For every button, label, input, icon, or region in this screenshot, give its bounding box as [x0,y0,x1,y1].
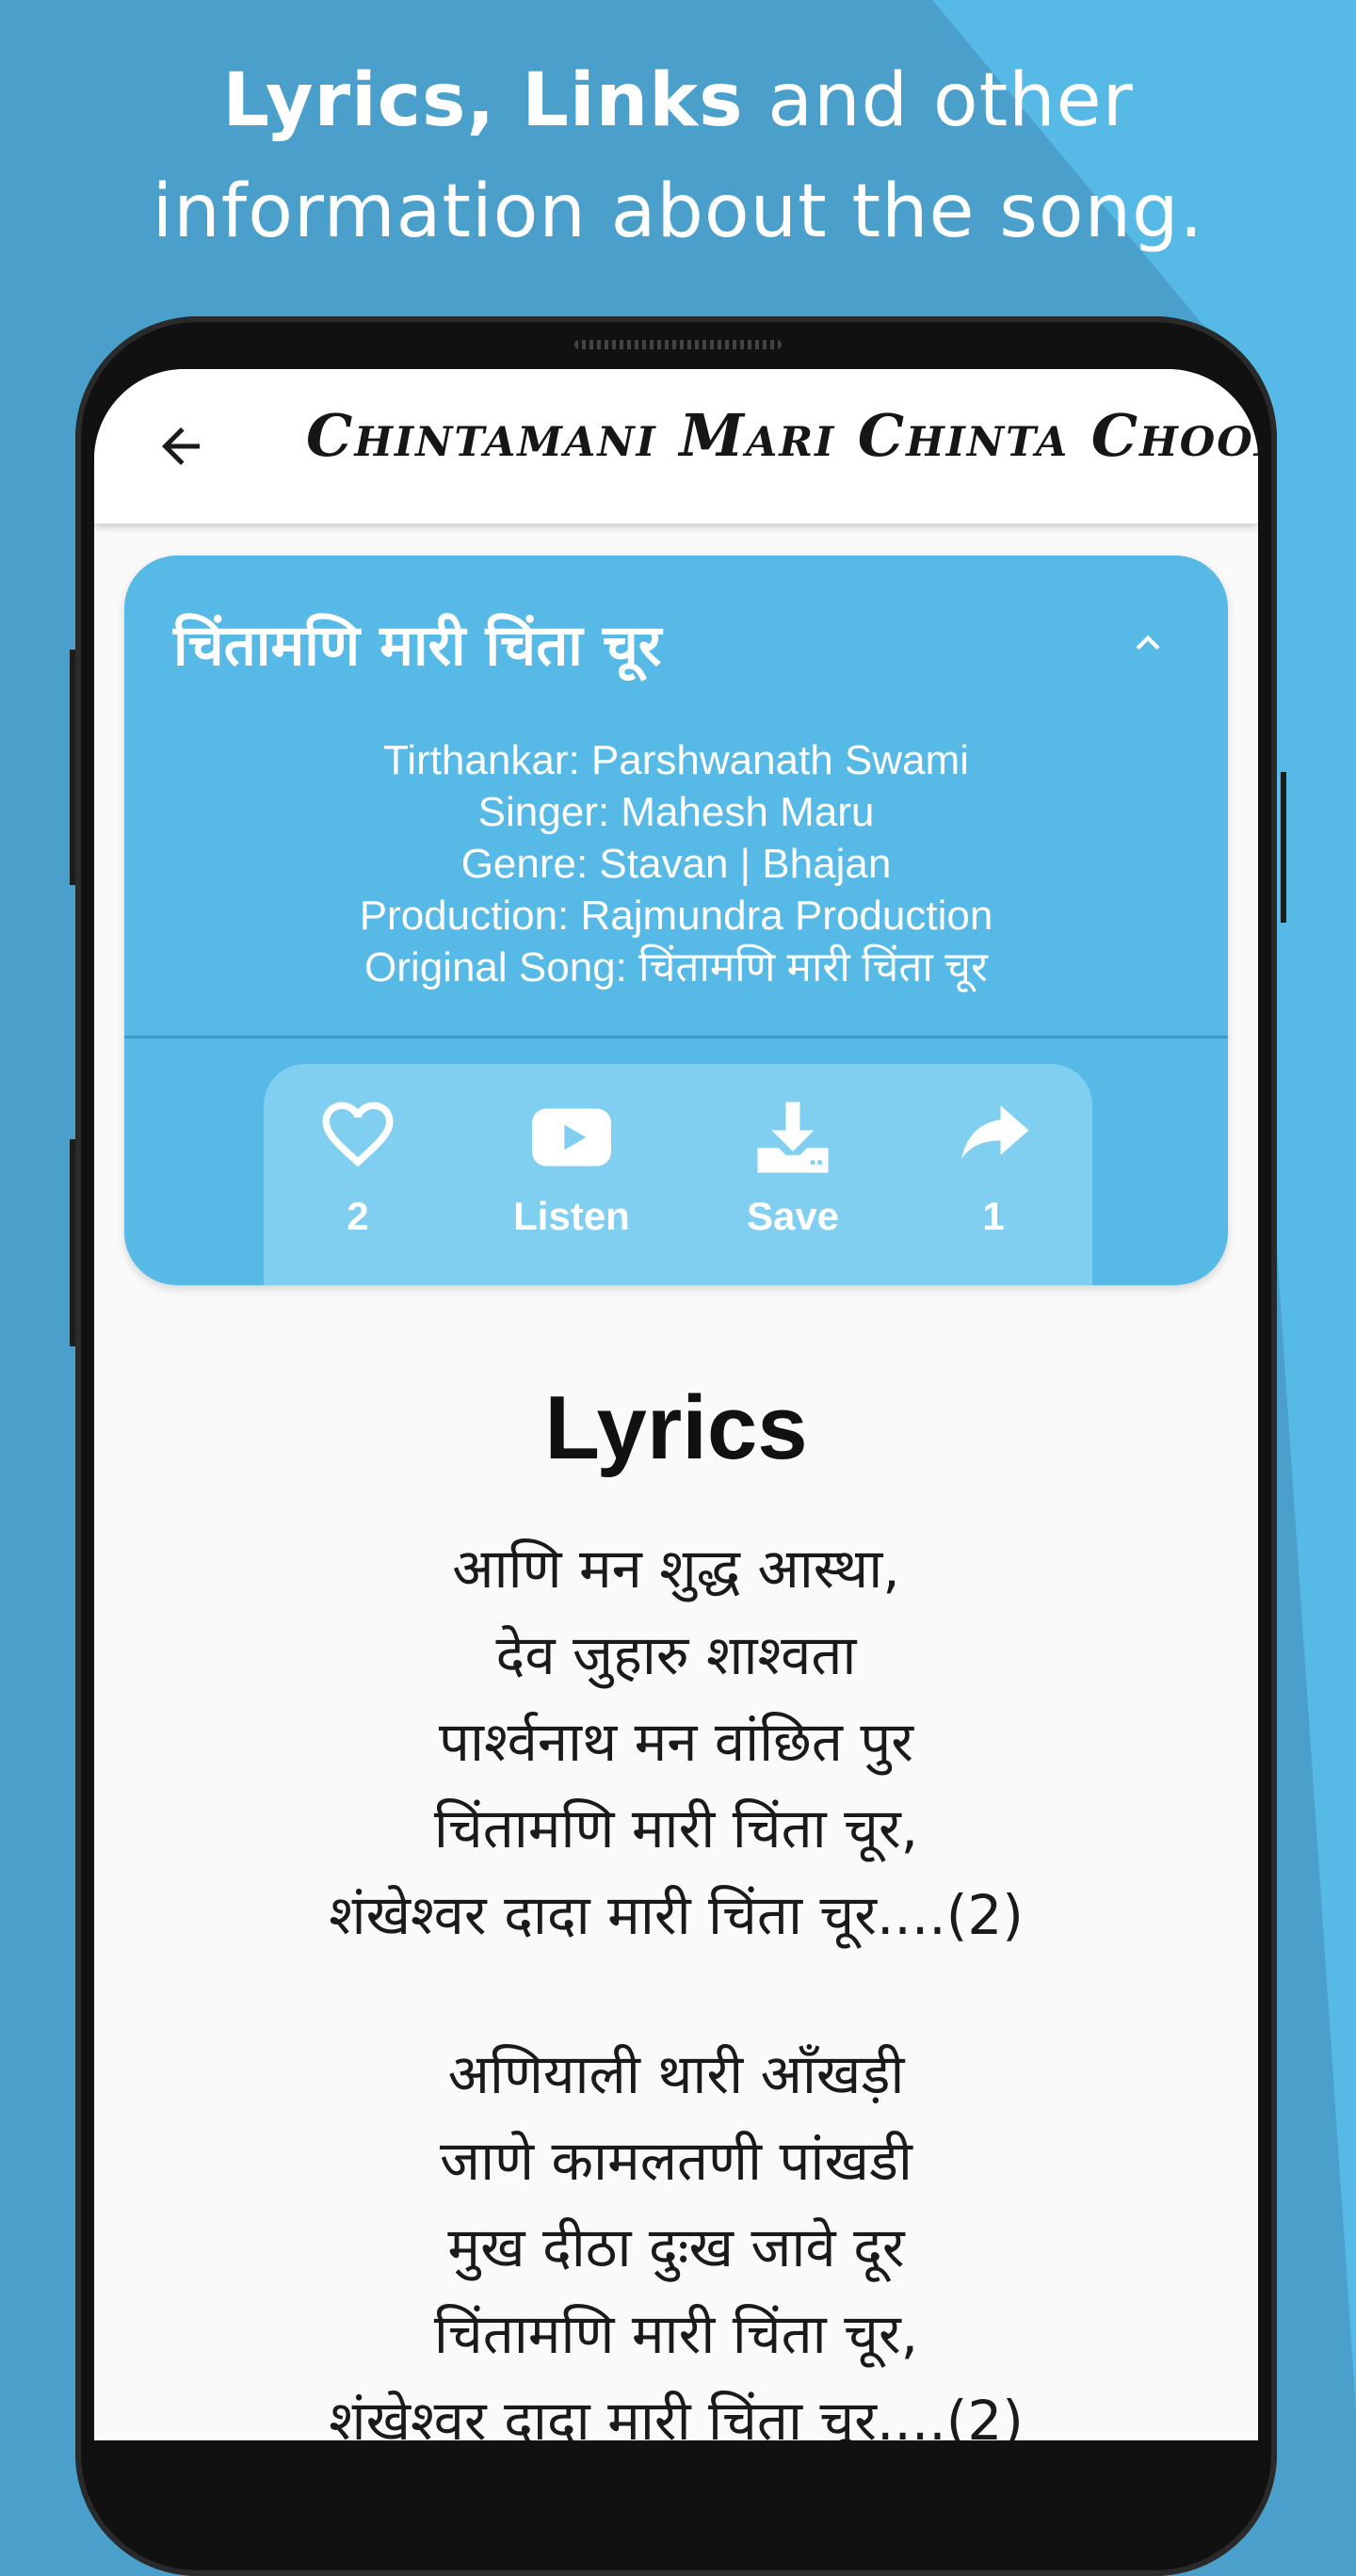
lyric-line: शंखेश्वर दादा मारी चिंता चूर....(2) [329,1883,1024,1947]
page-title: Chintamani Mari Chinta Choor [306,401,1258,470]
listen-label: Listen [513,1194,630,1238]
promo-headline-rest: and other [743,58,1134,143]
detail-genre: Genre: Stavan | Bhajan [460,841,892,887]
share-button[interactable]: 1 [909,1098,1078,1239]
phone-side-button [70,1139,75,1346]
lyric-line: चिंतामणि मारी चिंता चूर, [433,2302,919,2366]
detail-tirthankar: Tirthankar: Parshwanath Swami [383,737,969,783]
lyric-line: चिंतामणि मारी चिंता चूर, [433,1796,919,1860]
lyric-line: देव जुहारु शाश्वता [495,1623,857,1687]
promo-headline-bold: Lyrics, Links [222,58,744,143]
share-icon [961,1105,1029,1159]
lyric-line: पार्श्वनाथ मन वांछित पुर [439,1710,913,1774]
lyrics-stanza-1: आणि मन शुद्ध आस्था, देव जुहारु शाश्वता प… [94,1525,1258,1958]
phone-power-button [1281,772,1286,923]
like-count: 2 [347,1194,369,1238]
detail-production: Production: Rajmundra Production [359,893,993,939]
download-icon [757,1102,829,1173]
app-bar: Chintamani Mari Chinta Choor [94,369,1258,523]
action-bar: 2 Listen Save 1 [264,1064,1092,1285]
phone-volume-button [70,650,75,885]
lyric-line: मुख दीठा दुःख जावे दूर [447,2215,905,2279]
share-count: 1 [982,1194,1005,1238]
app-screen: Chintamani Mari Chinta Choor चिंतामणि मा… [94,369,1258,2440]
promo-headline-line2: information about the song. [152,169,1204,254]
lyric-line: जाणे कामलतणी पांखडी [440,2129,912,2193]
heart-icon [322,1102,394,1167]
phone-speaker [574,340,782,349]
listen-button[interactable]: Listen [487,1098,656,1239]
song-details: Tirthankar: Parshwanath Swami Singer: Ma… [124,734,1228,993]
chevron-up-icon[interactable] [1124,620,1171,667]
lyric-line: अणियाली थारी आँखड़ी [447,2042,905,2106]
lyric-line: शंखेश्वर दादा मारी चिंता चूर....(2) [329,2389,1024,2440]
arrow-left-icon[interactable] [143,409,218,484]
detail-original-song: Original Song: चिंतामणि मारी चिंता चूर [364,944,988,990]
detail-singer: Singer: Mahesh Maru [477,789,875,835]
song-info-card: चिंतामणि मारी चिंता चूर Tirthankar: Pars… [124,555,1228,1285]
lyrics-heading: Lyrics [544,1377,808,1478]
card-divider [124,1036,1228,1038]
save-button[interactable]: Save [708,1098,878,1239]
like-button[interactable]: 2 [273,1098,443,1239]
youtube-icon [532,1108,611,1167]
save-label: Save [746,1194,840,1238]
lyrics-stanza-2: अणियाली थारी आँखड़ी जाणे कामलतणी पांखडी … [94,2031,1258,2440]
song-title: चिंतामणि मारी चिंता चूर [173,613,662,679]
lyric-line: आणि मन शुद्ध आस्था, [452,1537,900,1601]
promo-headline: Lyrics, Links and other information abou… [0,45,1356,267]
